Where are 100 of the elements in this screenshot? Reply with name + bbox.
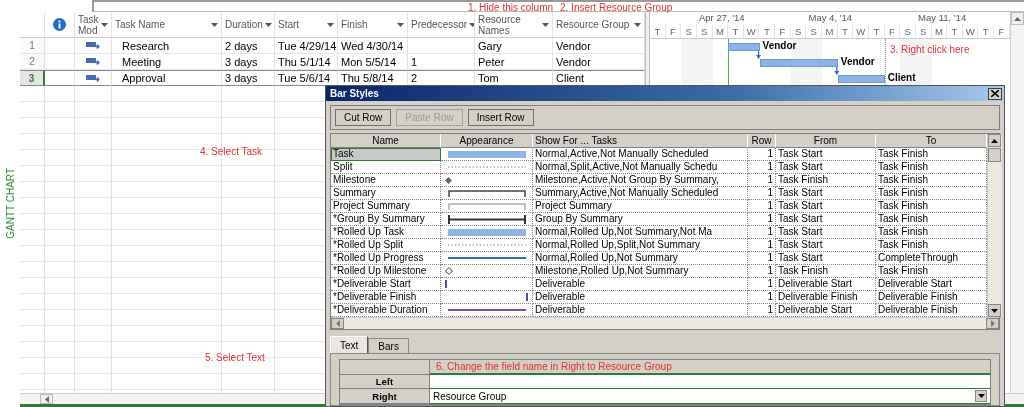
right-arrow-icon	[990, 320, 995, 327]
column-header[interactable]: Task Name	[112, 12, 222, 38]
input-field[interactable]: Resource Group	[430, 389, 990, 404]
down-arrow-icon	[991, 308, 998, 313]
table-cell[interactable]: *Deliverable Finish	[331, 291, 441, 304]
dropdown-arrow-icon[interactable]	[327, 22, 334, 27]
dropdown-arrow-icon[interactable]	[211, 22, 218, 27]
up-arrow-icon	[991, 138, 998, 143]
dropdown-arrow-icon[interactable]	[542, 22, 549, 27]
scroll-left-button[interactable]	[331, 318, 344, 329]
bar-style-icon	[447, 150, 526, 158]
field-label: Left	[340, 375, 430, 389]
table-cell: Task Start	[776, 226, 876, 239]
column-header[interactable]: Predecessor	[408, 12, 475, 38]
bar-style-icon	[447, 214, 526, 224]
dropdown-button[interactable]	[975, 390, 987, 402]
dropdown-arrow-icon[interactable]	[469, 22, 474, 27]
table-cell[interactable]: Project Summary	[331, 200, 441, 213]
scroll-down-button[interactable]	[988, 304, 1001, 317]
scroll-up-button[interactable]	[988, 134, 1001, 147]
table-cell[interactable]: *Rolled Up Milestone	[331, 265, 441, 278]
annotation: 6. Change the field name in Right to Resource Group	[430, 360, 990, 375]
day-label: T	[947, 24, 963, 38]
table-cell[interactable]: Milestone	[331, 174, 441, 187]
table-cell: 1	[748, 200, 776, 213]
dropdown-arrow-icon[interactable]	[634, 22, 641, 27]
task-mode-icon	[86, 73, 100, 83]
table-cell[interactable]: *Group By Summary	[331, 213, 441, 226]
annotation: 3. Right click here	[890, 44, 970, 55]
scroll-thumb[interactable]	[988, 148, 1001, 162]
column-header[interactable]: Start	[275, 12, 338, 38]
dropdown-arrow-icon[interactable]	[397, 22, 404, 27]
table-cell: Research	[112, 38, 222, 54]
table-cell: Deliverable	[533, 278, 748, 291]
table-cell: Task Start	[776, 187, 876, 200]
annotation: 1. Hide this column	[468, 2, 554, 13]
day-label: T	[868, 24, 885, 38]
tab[interactable]: Bars	[368, 338, 409, 353]
day-label: F	[775, 24, 791, 38]
column-header: Name	[331, 134, 441, 148]
toolbar-button[interactable]: Cut Row	[335, 109, 392, 126]
annotation: 4. Select Task	[200, 146, 263, 157]
table-cell: 3 days	[222, 70, 275, 86]
table-cell[interactable]: *Rolled Up Split	[331, 239, 441, 252]
table-cell[interactable]: *Rolled Up Progress	[331, 252, 441, 265]
column-header: From	[776, 134, 876, 148]
view-label[interactable]: GANTT CHART	[4, 168, 16, 239]
table-cell[interactable]: Task	[331, 148, 441, 161]
row-number[interactable]: 1	[20, 38, 45, 54]
table-cell: Milestone,Rolled Up,Not Summary	[533, 265, 748, 278]
timescale-label: Apr 27, '14	[698, 12, 745, 23]
table-cell: 1	[748, 187, 776, 200]
table-cell: Meeting	[112, 54, 222, 70]
tab[interactable]: Text	[330, 336, 369, 353]
annotation: 2. Insert Resource Group	[560, 2, 673, 13]
close-button[interactable]	[988, 87, 1002, 100]
table-cell[interactable]: *Rolled Up Task	[331, 226, 441, 239]
scrollbar[interactable]	[331, 317, 999, 329]
row-number[interactable]: 2	[20, 54, 45, 70]
table-cell[interactable]: Split	[331, 161, 441, 174]
table-cell: Milestone,Active,Not Group By Summary,	[533, 174, 748, 187]
table-cell: Summary,Active,Not Manually Scheduled	[533, 187, 748, 200]
toolbar-button[interactable]: Insert Row	[467, 109, 534, 126]
column-header[interactable]: Resource Names	[475, 12, 553, 38]
input-field[interactable]	[430, 375, 990, 389]
column-header[interactable]: Finish	[338, 12, 408, 38]
table-cell: Gary	[475, 38, 553, 54]
dropdown-arrow-icon[interactable]	[101, 22, 108, 27]
day-label: W	[962, 24, 979, 38]
row-number[interactable]: 3	[20, 70, 45, 86]
table-cell: Tue 4/29/14	[275, 38, 338, 54]
table-cell: Normal,Rolled Up,Not Summary,Not Ma	[533, 226, 748, 239]
day-label: F	[994, 24, 1010, 38]
table-cell: 1	[748, 265, 776, 278]
table-cell[interactable]: Summary	[331, 187, 441, 200]
table-cell: Wed 4/30/14	[338, 38, 408, 54]
table-cell: 1	[748, 148, 776, 161]
day-label: S	[681, 24, 697, 38]
day-label: S	[806, 24, 823, 38]
table-cell: 1	[748, 239, 776, 252]
scroll-left-button[interactable]	[40, 394, 53, 404]
field-value: Resource Group	[433, 390, 507, 402]
table-cell: Approval	[112, 70, 222, 86]
scrollbar[interactable]	[987, 134, 1002, 317]
table-cell: Task Finish	[776, 265, 876, 278]
table-cell: Task Start	[776, 239, 876, 252]
dropdown-arrow-icon[interactable]	[264, 22, 272, 27]
close-icon	[991, 90, 999, 97]
table-cell: Deliverable Finish	[776, 291, 876, 304]
left-arrow-icon	[335, 320, 340, 327]
dialog-title: Bar Styles	[330, 88, 379, 99]
day-label: M	[712, 24, 729, 38]
table-cell[interactable]: *Deliverable Start	[331, 278, 441, 291]
table-cell: 1	[748, 161, 776, 174]
table-cell: Task Start	[776, 200, 876, 213]
column-header[interactable]: Duration	[222, 12, 275, 38]
column-header[interactable]: Task Mod	[75, 12, 112, 38]
left-arrow-icon	[44, 395, 49, 403]
table-cell: Task Start	[776, 213, 876, 226]
scrollbar[interactable]	[1010, 12, 1024, 393]
